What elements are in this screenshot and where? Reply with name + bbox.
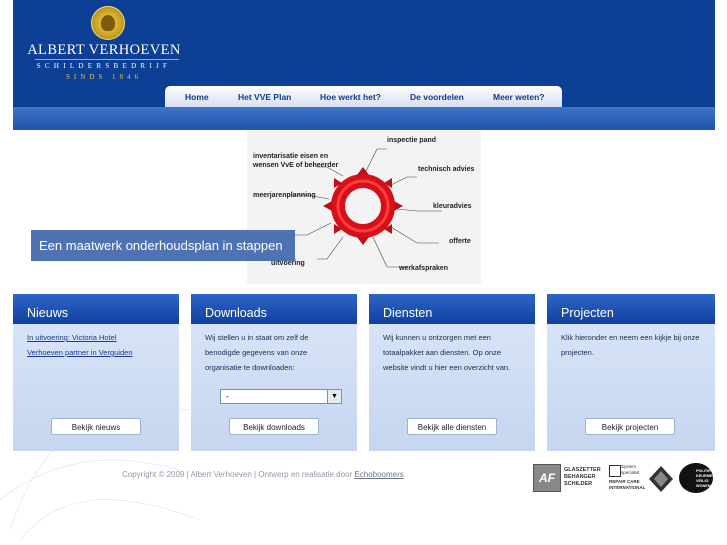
logo-text: specialist — [621, 470, 640, 475]
footer-echoboomers-link[interactable]: Echoboomers — [354, 470, 403, 479]
main-nav: Home Het VVE Plan Hoe werkt het? De voor… — [165, 86, 562, 107]
crest-icon — [91, 6, 125, 40]
logo-text: SCHILDER — [564, 481, 593, 487]
nav-meer-weten[interactable]: Meer weten? — [493, 92, 545, 102]
panel-title: Nieuws — [13, 294, 179, 324]
news-link[interactable]: Verhoeven partner in Verguiden — [27, 345, 165, 360]
diagram-label-werkafspraken: werkafspraken — [399, 265, 449, 272]
downloads-select[interactable]: - ▼ — [220, 389, 342, 404]
bekijk-diensten-button[interactable]: Bekijk alle diensten — [407, 418, 497, 435]
nav-home[interactable]: Home — [185, 92, 209, 102]
header-subbar — [13, 107, 715, 130]
repair-care-logo: System specialist REPAIR CARE INTERNATIO… — [609, 463, 645, 493]
logo-text: INTERNATIONAL — [609, 485, 646, 490]
logo-name: ALBERT VERHOEVEN — [27, 42, 181, 58]
site-logo[interactable]: ALBERT VERHOEVEN SCHILDERSBEDRIJF SINDS … — [13, 0, 195, 90]
panel-downloads: Downloads Wij stellen u in staat om zelf… — [191, 294, 357, 451]
panel-text: Wij stellen u in staat om zelf de benodi… — [205, 333, 309, 372]
logo-text: GLASZETTER — [564, 467, 601, 473]
seal-logo — [647, 463, 675, 493]
panel-nieuws: Nieuws In uitvoering: Victoria Hotel Ver… — [13, 294, 179, 451]
select-value: - — [226, 392, 229, 401]
diagram-label-inventarisatie-2: wensen VvE of beheerder — [253, 162, 339, 169]
panel-title: Diensten — [369, 294, 535, 324]
tagline-banner: Een maatwerk onderhoudsplan in stappen — [31, 230, 295, 261]
politie-keurmerk-logo: POLITIE KEURMERK VEILIG WONEN — [679, 463, 718, 493]
diagram-label-meerjarenplanning: meerjarenplanning — [253, 192, 316, 199]
panel-text: Klik hieronder en neem een kijkje bij on… — [561, 333, 700, 357]
repair-care-icon — [609, 465, 621, 477]
bekijk-nieuws-button[interactable]: Bekijk nieuws — [51, 418, 141, 435]
glaszetter-logo: AF GLASZETTER BEHANGER SCHILDER — [533, 463, 601, 493]
news-link[interactable]: In uitvoering: Victoria Hotel — [27, 330, 165, 345]
footer: Copyright © 2009 | Albert Verhoeven | On… — [122, 470, 404, 479]
diagram-label-inspectie: inspectie pand — [387, 137, 437, 144]
logo-text: WONEN — [696, 484, 711, 488]
panel-title: Projecten — [547, 294, 715, 324]
logo-text: BEHANGER — [564, 474, 596, 480]
bekijk-downloads-button[interactable]: Bekijk downloads — [229, 418, 319, 435]
chevron-down-icon[interactable]: ▼ — [327, 390, 341, 403]
diagram-label-offerte: offerte — [449, 238, 471, 245]
logo-subtitle: SCHILDERSBEDRIJF — [36, 62, 172, 70]
nav-voordelen[interactable]: De voordelen — [410, 92, 464, 102]
af-badge-icon: AF — [533, 464, 561, 492]
partner-logos: AF GLASZETTER BEHANGER SCHILDER System s… — [533, 463, 718, 493]
diagram-label-technisch-advies: technisch advies — [418, 166, 475, 173]
logo-since: SINDS 1846 — [66, 73, 142, 81]
nav-vve-plan[interactable]: Het VVE Plan — [238, 92, 291, 102]
panel-text: Wij kunnen u ontzorgen met een totaalpak… — [383, 333, 511, 372]
diamond-seal-icon — [649, 466, 673, 492]
process-diagram: inspectie pand inventarisatie eisen en w… — [247, 131, 481, 284]
footer-copyright: Copyright © 2009 | Albert Verhoeven | On… — [122, 470, 355, 479]
panel-diensten: Diensten Wij kunnen u ontzorgen met een … — [369, 294, 535, 451]
diagram-label-kleuradvies: kleuradvies — [433, 203, 472, 210]
panel-title: Downloads — [191, 294, 357, 324]
logo-divider — [35, 59, 179, 60]
panel-projecten: Projecten Klik hieronder en neem een kij… — [547, 294, 715, 451]
nav-hoe-werkt-het[interactable]: Hoe werkt het? — [320, 92, 381, 102]
bekijk-projecten-button[interactable]: Bekijk projecten — [585, 418, 675, 435]
